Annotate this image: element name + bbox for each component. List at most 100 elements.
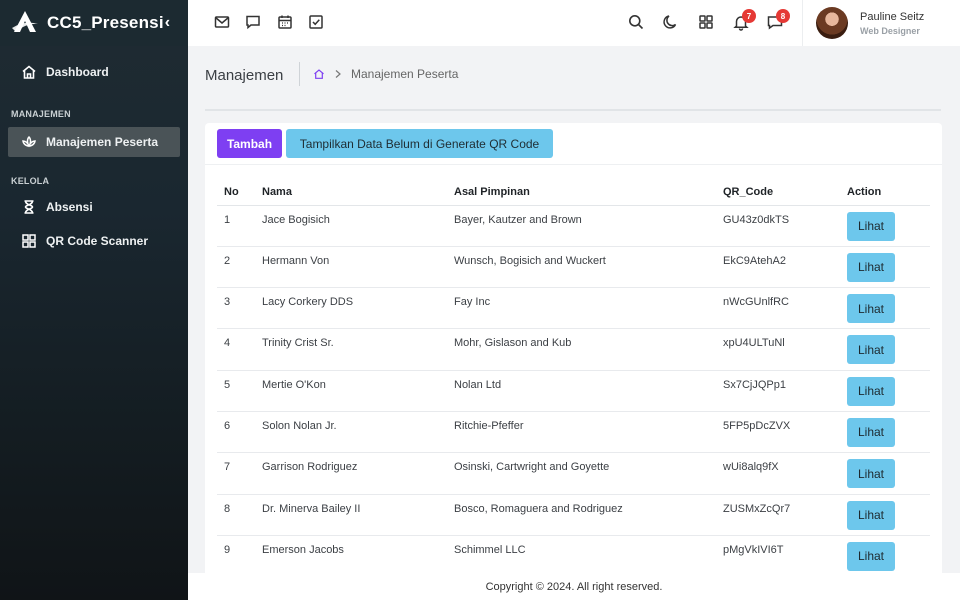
cell-qr-code: ZUSMxZcQr7 bbox=[716, 494, 840, 536]
message-badge: 8 bbox=[776, 9, 790, 23]
cell-no: 3 bbox=[217, 287, 255, 330]
profile-name: Pauline Seitz bbox=[860, 10, 925, 23]
footer: Copyright © 2024. All right reserved. bbox=[188, 573, 960, 600]
lotus-icon bbox=[22, 135, 36, 148]
cell-action: Lihat bbox=[840, 205, 930, 247]
hourglass-icon bbox=[24, 200, 34, 214]
column-header-no: No bbox=[217, 180, 255, 206]
mail-icon[interactable] bbox=[213, 13, 231, 31]
checkbox-icon[interactable] bbox=[307, 13, 325, 31]
cell-qr-code: GU43z0dkTS bbox=[716, 205, 840, 247]
cell-asal-pimpinan: Osinski, Cartwright and Goyette bbox=[447, 452, 716, 495]
tambah-button[interactable]: Tambah bbox=[217, 129, 282, 158]
cell-qr-code: 5FP5pDcZVX bbox=[716, 411, 840, 454]
breadcrumb-current: Manajemen Peserta bbox=[351, 67, 459, 81]
sidebar-toggle-icon[interactable]: ‹ bbox=[165, 14, 170, 32]
search-icon[interactable] bbox=[627, 13, 645, 31]
cell-qr-code: nWcGUnlfRC bbox=[716, 287, 840, 330]
table-row: 6 Solon Nolan Jr. Ritchie-Pfeffer 5FP5pDcZV… bbox=[217, 411, 930, 454]
cell-qr-code: wUi8alq9fX bbox=[716, 452, 840, 495]
user-profile[interactable]: Pauline Seitz Web Designer bbox=[802, 0, 960, 46]
cell-nama: Jace Bogisich bbox=[255, 205, 447, 247]
sidebar-item-dashboard[interactable]: Dashboard bbox=[8, 57, 180, 87]
cell-no: 5 bbox=[217, 370, 255, 412]
calendar-icon[interactable] bbox=[276, 13, 294, 31]
avatar bbox=[816, 7, 848, 39]
title-divider bbox=[299, 62, 300, 86]
brand-logo-icon bbox=[12, 11, 38, 32]
table-row: 1 Jace Bogisich Bayer, Kautzer and Brown GU… bbox=[217, 205, 930, 247]
lihat-button[interactable]: Lihat bbox=[847, 211, 895, 241]
table-row: 3 Lacy Corkery DDS Fay Inc nWcGUnlfRC Lihat bbox=[217, 287, 930, 330]
cell-no: 6 bbox=[217, 411, 255, 454]
divider bbox=[205, 109, 941, 111]
table-row: 7 Garrison Rodriguez Osinski, Cartwright a… bbox=[217, 452, 930, 495]
column-header-qr-code: QR_Code bbox=[716, 180, 840, 206]
sidebar-item-label: Dashboard bbox=[46, 65, 109, 79]
column-header-nama: Nama bbox=[255, 180, 447, 206]
topbar: 7 8 Pauline Seitz Web Designer bbox=[188, 0, 960, 46]
cell-asal-pimpinan: Bayer, Kautzer and Brown bbox=[447, 205, 716, 247]
cell-qr-code: Sx7CjJQPp1 bbox=[716, 370, 840, 412]
table-row: 8 Dr. Minerva Bailey II Bosco, Romaguera a… bbox=[217, 494, 930, 536]
cell-nama: Trinity Crist Sr. bbox=[255, 328, 447, 371]
brand[interactable]: CC5_Presensi ‹ bbox=[0, 0, 188, 46]
cell-qr-code: pMgVkIVI6T bbox=[716, 535, 840, 578]
chevron-right-icon bbox=[335, 70, 341, 78]
peserta-table: No Nama Asal Pimpinan QR_Code Action 1 Ja… bbox=[217, 180, 930, 578]
cell-nama: Solon Nolan Jr. bbox=[255, 411, 447, 454]
cell-asal-pimpinan: Wunsch, Bogisich and Wuckert bbox=[447, 246, 716, 289]
column-header-asal-pimpinan: Asal Pimpinan bbox=[447, 180, 716, 206]
cell-qr-code: EkC9AtehA2 bbox=[716, 246, 840, 289]
chat-icon[interactable] bbox=[244, 13, 262, 31]
lihat-button[interactable]: Lihat bbox=[847, 335, 895, 365]
breadcrumb: Manajemen Peserta bbox=[313, 67, 458, 81]
sidebar-item-manajemen-peserta[interactable]: Manajemen Peserta bbox=[8, 127, 180, 157]
sidebar-item-qr-scanner[interactable]: QR Code Scanner bbox=[8, 226, 180, 256]
cell-no: 2 bbox=[217, 246, 255, 289]
cell-nama: Mertie O'Kon bbox=[255, 370, 447, 412]
brand-name: CC5_Presensi bbox=[47, 13, 164, 32]
lihat-button[interactable]: Lihat bbox=[847, 376, 895, 406]
cell-no: 4 bbox=[217, 328, 255, 371]
lihat-button[interactable]: Lihat bbox=[847, 541, 895, 571]
home-icon bbox=[22, 65, 36, 79]
section-heading-manajemen: MANAJEMEN bbox=[11, 109, 71, 119]
sidebar-item-absensi[interactable]: Absensi bbox=[8, 192, 180, 222]
lihat-button[interactable]: Lihat bbox=[847, 417, 895, 447]
cell-no: 9 bbox=[217, 535, 255, 578]
cell-asal-pimpinan: Bosco, Romaguera and Rodriguez bbox=[447, 494, 716, 536]
show-ungenerated-qr-button[interactable]: Tampilkan Data Belum di Generate QR Code bbox=[286, 129, 553, 158]
cell-no: 8 bbox=[217, 494, 255, 536]
cell-asal-pimpinan: Mohr, Gislason and Kub bbox=[447, 328, 716, 371]
home-icon[interactable] bbox=[313, 68, 325, 80]
peserta-card: Tambah Tampilkan Data Belum di Generate … bbox=[205, 123, 942, 583]
cell-asal-pimpinan: Fay Inc bbox=[447, 287, 716, 330]
cell-asal-pimpinan: Schimmel LLC bbox=[447, 535, 716, 578]
lihat-button[interactable]: Lihat bbox=[847, 294, 895, 324]
cell-nama: Lacy Corkery DDS bbox=[255, 287, 447, 330]
cell-action: Lihat bbox=[840, 246, 930, 289]
table-row: 4 Trinity Crist Sr. Mohr, Gislason and Kub… bbox=[217, 328, 930, 371]
lihat-button[interactable]: Lihat bbox=[847, 252, 895, 282]
table-row: 2 Hermann Von Wunsch, Bogisich and Wuckert… bbox=[217, 246, 930, 289]
cell-nama: Hermann Von bbox=[255, 246, 447, 289]
moon-icon[interactable] bbox=[662, 13, 680, 31]
cell-action: Lihat bbox=[840, 370, 930, 412]
apps-grid-icon[interactable] bbox=[697, 13, 715, 31]
cell-action: Lihat bbox=[840, 535, 930, 578]
cell-no: 1 bbox=[217, 205, 255, 247]
page-title: Manajemen bbox=[205, 67, 284, 84]
cell-no: 7 bbox=[217, 452, 255, 495]
bell-icon[interactable]: 7 bbox=[732, 9, 756, 31]
table-header-row: No Nama Asal Pimpinan QR_Code Action bbox=[217, 180, 930, 206]
message-icon[interactable]: 8 bbox=[766, 9, 790, 31]
cell-action: Lihat bbox=[840, 328, 930, 371]
lihat-button[interactable]: Lihat bbox=[847, 500, 895, 530]
cell-nama: Dr. Minerva Bailey II bbox=[255, 494, 447, 536]
sidebar-item-label: QR Code Scanner bbox=[46, 234, 149, 248]
cell-action: Lihat bbox=[840, 411, 930, 454]
card-header: Tambah Tampilkan Data Belum di Generate … bbox=[205, 123, 942, 165]
cell-asal-pimpinan: Nolan Ltd bbox=[447, 370, 716, 412]
lihat-button[interactable]: Lihat bbox=[847, 459, 895, 489]
